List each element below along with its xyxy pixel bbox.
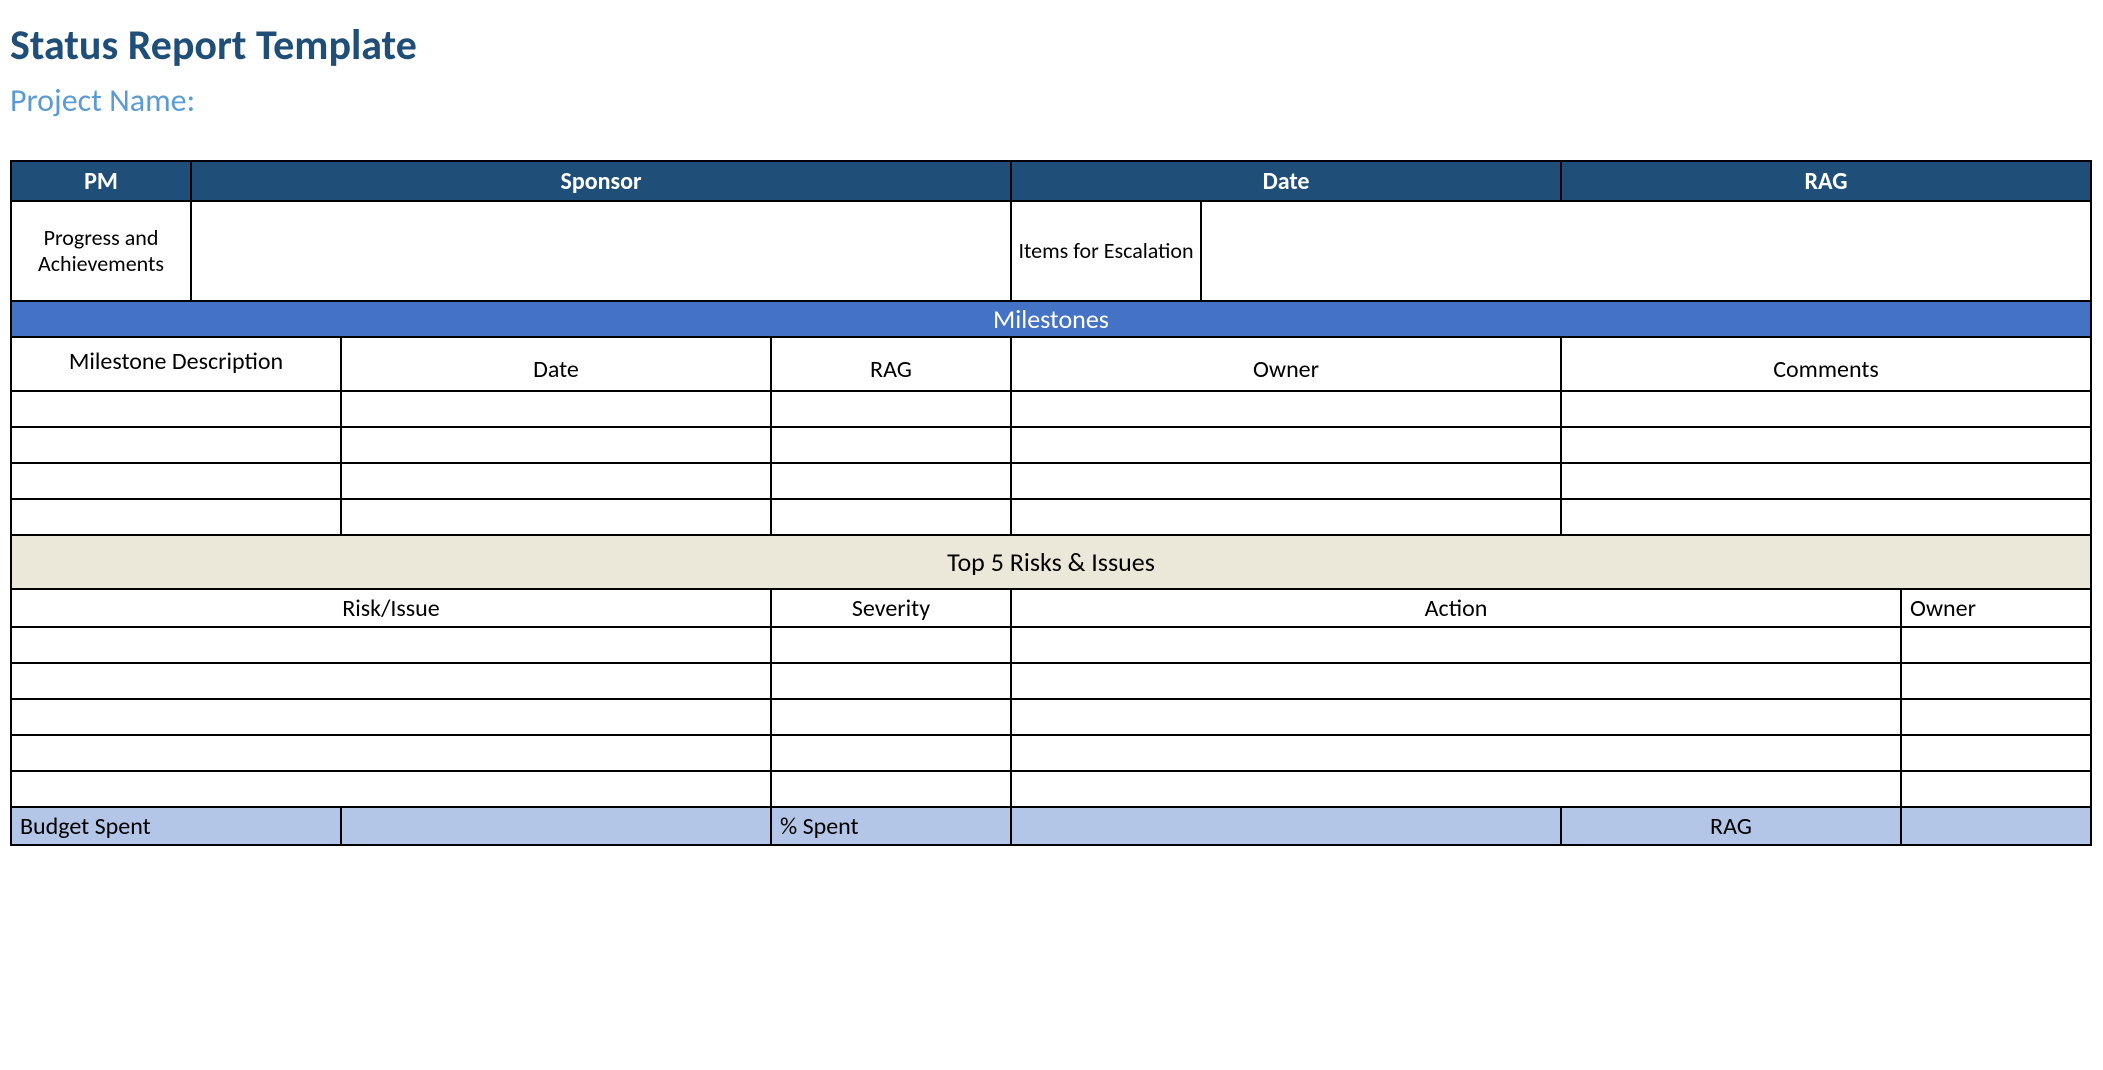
milestone-date-cell[interactable] — [341, 391, 771, 427]
escalation-cell[interactable] — [1201, 201, 2091, 301]
risk-row — [11, 627, 2091, 663]
risk-action-cell[interactable] — [1011, 735, 1901, 771]
status-report-table: PM Sponsor Date RAG Progress and Achieve… — [10, 160, 2092, 846]
risk-owner-cell[interactable] — [1901, 663, 2091, 699]
milestone-desc-cell[interactable] — [11, 427, 341, 463]
milestone-desc-cell[interactable] — [11, 463, 341, 499]
milestones-bar: Milestones — [11, 301, 2091, 337]
milestones-cols: Milestone Description Date RAG Owner Com… — [11, 337, 2091, 391]
milestone-date-cell[interactable] — [341, 463, 771, 499]
risks-bar: Top 5 Risks & Issues — [11, 535, 2091, 589]
escalation-label: Items for Escalation — [1011, 201, 1201, 301]
milestone-col-date: Date — [341, 337, 771, 391]
milestone-rag-cell[interactable] — [771, 427, 1011, 463]
top-header-row: PM Sponsor Date RAG — [11, 161, 2091, 201]
progress-escalation-row: Progress and Achievements Items for Esca… — [11, 201, 2091, 301]
milestone-col-rag: RAG — [771, 337, 1011, 391]
hdr-pm: PM — [11, 161, 191, 201]
budget-pct-label: % Spent — [771, 807, 1011, 845]
risk-row — [11, 735, 2091, 771]
risk-col-owner: Owner — [1901, 589, 2091, 627]
risk-cell[interactable] — [11, 771, 771, 807]
milestone-date-cell[interactable] — [341, 427, 771, 463]
risk-action-cell[interactable] — [1011, 771, 1901, 807]
hdr-rag: RAG — [1561, 161, 2091, 201]
milestone-comments-cell[interactable] — [1561, 499, 2091, 535]
hdr-date: Date — [1011, 161, 1561, 201]
risk-severity-cell[interactable] — [771, 735, 1011, 771]
budget-rag-cell[interactable] — [1901, 807, 2091, 845]
milestone-rag-cell[interactable] — [771, 463, 1011, 499]
risk-row — [11, 699, 2091, 735]
milestone-owner-cell[interactable] — [1011, 391, 1561, 427]
risk-action-cell[interactable] — [1011, 699, 1901, 735]
milestone-owner-cell[interactable] — [1011, 499, 1561, 535]
budget-row: Budget Spent % Spent RAG — [11, 807, 2091, 845]
milestone-col-comments: Comments — [1561, 337, 2091, 391]
risk-col-risk: Risk/Issue — [11, 589, 771, 627]
milestone-col-owner: Owner — [1011, 337, 1561, 391]
progress-label: Progress and Achievements — [11, 201, 191, 301]
risk-severity-cell[interactable] — [771, 771, 1011, 807]
milestone-row — [11, 391, 2091, 427]
risk-action-cell[interactable] — [1011, 627, 1901, 663]
page-title: Status Report Template — [10, 20, 2093, 71]
risk-col-action: Action — [1011, 589, 1901, 627]
milestone-comments-cell[interactable] — [1561, 391, 2091, 427]
risk-severity-cell[interactable] — [771, 699, 1011, 735]
project-name-label: Project Name: — [10, 81, 2093, 120]
risk-owner-cell[interactable] — [1901, 771, 2091, 807]
risk-cell[interactable] — [11, 699, 771, 735]
budget-spent-label: Budget Spent — [11, 807, 341, 845]
risks-cols: Risk/Issue Severity Action Owner — [11, 589, 2091, 627]
risk-owner-cell[interactable] — [1901, 627, 2091, 663]
milestone-row — [11, 427, 2091, 463]
milestone-desc-cell[interactable] — [11, 499, 341, 535]
milestone-desc-cell[interactable] — [11, 391, 341, 427]
risk-severity-cell[interactable] — [771, 627, 1011, 663]
risk-cell[interactable] — [11, 663, 771, 699]
milestone-row — [11, 463, 2091, 499]
budget-pct-cell[interactable] — [1011, 807, 1561, 845]
risk-severity-cell[interactable] — [771, 663, 1011, 699]
risk-row — [11, 771, 2091, 807]
milestones-title: Milestones — [11, 301, 2091, 337]
risk-action-cell[interactable] — [1011, 663, 1901, 699]
milestone-comments-cell[interactable] — [1561, 427, 2091, 463]
milestone-col-desc: Milestone Description — [11, 337, 341, 391]
hdr-sponsor: Sponsor — [191, 161, 1011, 201]
budget-rag-label: RAG — [1561, 807, 1901, 845]
milestone-comments-cell[interactable] — [1561, 463, 2091, 499]
milestone-row — [11, 499, 2091, 535]
risk-row — [11, 663, 2091, 699]
risk-cell[interactable] — [11, 735, 771, 771]
milestone-rag-cell[interactable] — [771, 391, 1011, 427]
milestone-owner-cell[interactable] — [1011, 427, 1561, 463]
milestone-date-cell[interactable] — [341, 499, 771, 535]
risk-owner-cell[interactable] — [1901, 699, 2091, 735]
progress-cell[interactable] — [191, 201, 1011, 301]
risk-col-severity: Severity — [771, 589, 1011, 627]
risks-title: Top 5 Risks & Issues — [11, 535, 2091, 589]
risk-cell[interactable] — [11, 627, 771, 663]
budget-spent-cell[interactable] — [341, 807, 771, 845]
risk-owner-cell[interactable] — [1901, 735, 2091, 771]
milestone-rag-cell[interactable] — [771, 499, 1011, 535]
milestone-owner-cell[interactable] — [1011, 463, 1561, 499]
